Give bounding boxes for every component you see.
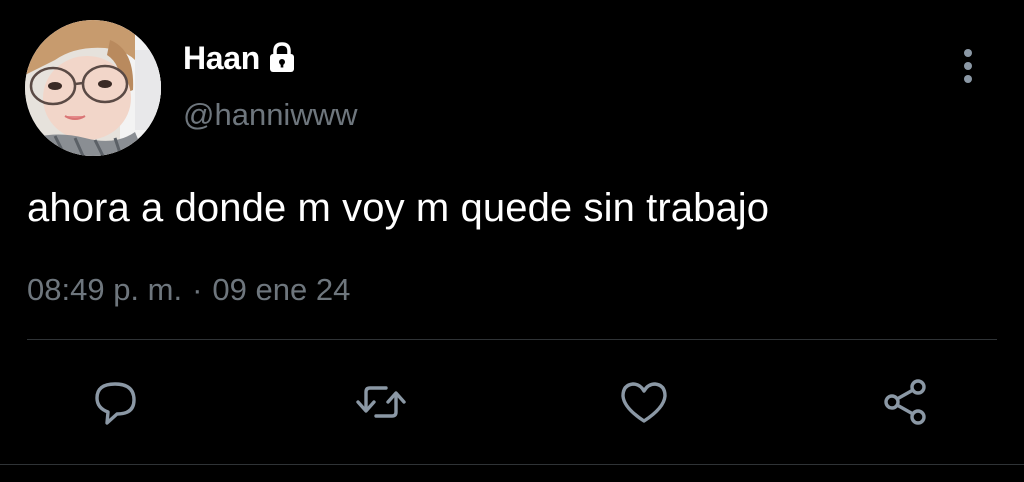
meta-separator: · [192, 272, 203, 307]
display-name-row: Haan [183, 38, 298, 78]
reply-icon [95, 382, 136, 425]
user-handle[interactable]: @hanniwww [183, 97, 357, 133]
divider [27, 339, 997, 340]
profile-photo [25, 20, 161, 156]
retweet-icon [356, 386, 406, 418]
tweet-date: 09 ene 24 [212, 272, 351, 307]
avatar[interactable] [25, 20, 161, 156]
tweet-time: 08:49 p. m. [27, 272, 183, 307]
reply-button[interactable] [91, 376, 143, 428]
share-icon [884, 379, 926, 425]
more-options-button[interactable] [950, 44, 986, 88]
heart-icon [621, 382, 667, 423]
more-vertical-icon [964, 49, 972, 83]
divider [0, 464, 1024, 465]
share-button[interactable] [880, 376, 932, 428]
like-button[interactable] [618, 376, 670, 428]
retweet-button[interactable] [355, 376, 407, 428]
display-name[interactable]: Haan [183, 40, 260, 77]
tweet-text: ahora a donde m voy m quede sin trabajo [27, 186, 770, 230]
tweet-timestamp[interactable]: 08:49 p. m. · 09 ene 24 [27, 272, 350, 308]
lock-icon [266, 41, 298, 75]
tweet-detail: Haan @hanniwww ahora a donde m voy m que… [0, 0, 1024, 482]
